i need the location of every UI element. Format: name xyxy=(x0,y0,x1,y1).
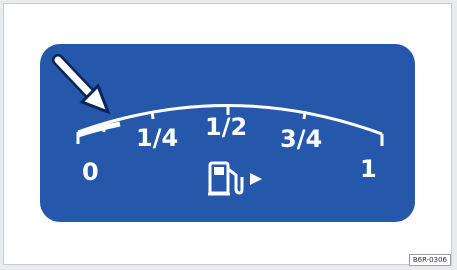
fuel-gauge-panel: 0 1/4 1/2 3/4 1 xyxy=(40,44,415,222)
fuel-pump-icon xyxy=(208,161,262,196)
gauge-mark-full: 1 xyxy=(360,155,377,183)
low-fuel-arrow-icon xyxy=(52,54,111,115)
figure-code: B6R-0306 xyxy=(408,254,451,266)
gauge-mark-three-quarter: 3/4 xyxy=(280,125,323,153)
gauge-mark-quarter: 1/4 xyxy=(136,124,179,152)
gauge-mark-half: 1/2 xyxy=(205,113,248,141)
gauge-mark-empty: 0 xyxy=(82,158,99,186)
right-triangle-icon xyxy=(250,173,262,185)
